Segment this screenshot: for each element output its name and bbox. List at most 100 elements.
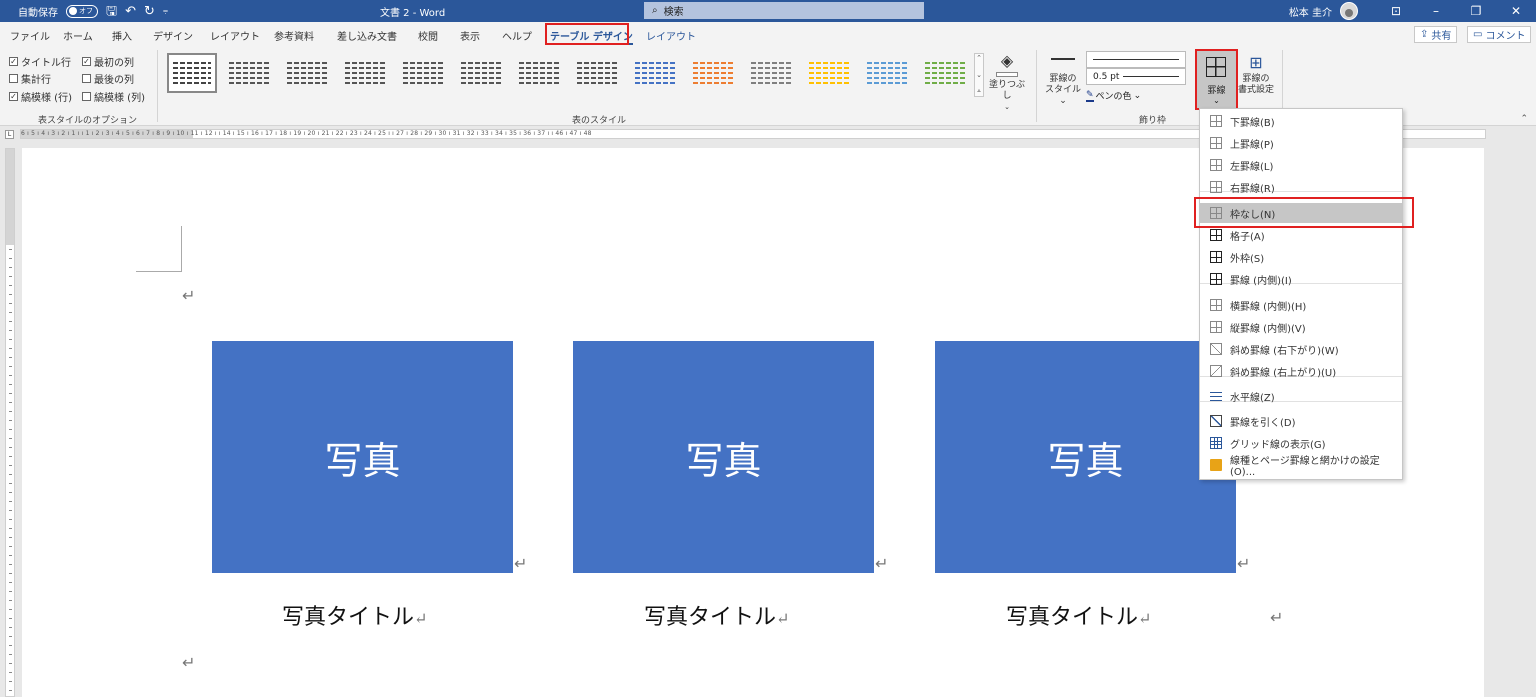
table-style-thumbnail[interactable] <box>573 53 623 93</box>
photo-caption-3[interactable]: 写真タイトル↵ <box>1006 599 1151 631</box>
menu-item-inside-borders[interactable]: 罫線 (内側)(I) <box>1200 269 1402 289</box>
search-box[interactable]: ⌕ 検索 <box>644 2 924 19</box>
table-style-thumbnail[interactable] <box>341 53 391 93</box>
style-options-group-label: 表スタイルのオプション <box>38 116 138 126</box>
chevron-down-icon: ⌄ <box>976 70 982 79</box>
menu-item-all-borders[interactable]: 格子(A) <box>1200 225 1402 245</box>
vertical-ruler <box>5 148 15 697</box>
option-banded-rows[interactable]: ✓ 縞模様 (行) <box>9 89 72 104</box>
diagonal-down-border-icon <box>1210 343 1222 355</box>
menu-item-view-gridlines[interactable]: グリッド線の表示(G) <box>1200 433 1402 453</box>
tab-insert[interactable]: 挿入 <box>112 28 132 43</box>
table-style-thumbnail[interactable] <box>863 53 913 93</box>
menu-item-draw-table[interactable]: 罫線を引く(D) <box>1200 411 1402 431</box>
menu-item-left-border[interactable]: 左罫線(L) <box>1200 155 1402 175</box>
borders-and-shading-icon <box>1210 459 1222 471</box>
autosave-state: オフ <box>79 7 93 15</box>
ribbon-tabs: ファイル ホーム 挿入 デザイン レイアウト 参考資料 差し込み文書 校閲 表示… <box>0 22 1536 46</box>
menu-item-inside-vertical-border[interactable]: 縦罫線 (内側)(V) <box>1200 317 1402 337</box>
menu-item-diagonal-up-border[interactable]: 斜め罫線 (右上がり)(U) <box>1200 361 1402 381</box>
border-styles-button[interactable]: 罫線の スタイル ⌄ <box>1044 52 1082 107</box>
table-style-thumbnail[interactable] <box>631 53 681 93</box>
menu-item-bottom-border[interactable]: 下罫線(B) <box>1200 111 1402 131</box>
photo-placeholder-1[interactable]: 写真 <box>212 341 513 573</box>
table-styles-gallery <box>164 53 972 97</box>
customize-qat-icon[interactable]: ⩦ <box>163 6 168 16</box>
redo-icon[interactable]: ↻ <box>144 5 155 18</box>
borders-button[interactable]: 罫線 ⌄ <box>1195 49 1238 110</box>
menu-item-right-border[interactable]: 右罫線(R) <box>1200 177 1402 197</box>
option-last-col[interactable]: 最後の列 <box>82 71 134 86</box>
autosave-toggle[interactable]: オフ <box>66 4 98 18</box>
pen-style-select[interactable] <box>1086 51 1186 68</box>
table-style-thumbnail[interactable] <box>805 53 855 93</box>
view-gridlines-icon <box>1210 437 1222 449</box>
table-style-thumbnail[interactable] <box>399 53 449 93</box>
comment-button[interactable]: ▭ コメント <box>1467 26 1532 43</box>
tab-review[interactable]: 校閲 <box>418 28 438 43</box>
search-placeholder: 検索 <box>663 7 684 18</box>
outside-borders-icon <box>1210 251 1222 263</box>
menu-item-diagonal-down-border[interactable]: 斜め罫線 (右下がり)(W) <box>1200 339 1402 359</box>
paragraph-mark: ↵ <box>1237 554 1251 573</box>
pen-color-button[interactable]: ✎ ペンの色 ⌄ <box>1086 89 1141 102</box>
menu-item-borders-and-shading[interactable]: 線種とページ罫線と網かけの設定(O)... <box>1200 455 1402 478</box>
close-icon[interactable]: ✕ <box>1496 4 1536 18</box>
option-first-col[interactable]: ✓ 最初の列 <box>82 54 134 69</box>
border-painter-button[interactable]: ⊞ 罫線の 書式設定 <box>1236 52 1276 96</box>
more-icon: ⩡ <box>977 87 981 95</box>
comment-icon: ▭ <box>1473 29 1483 40</box>
tab-references[interactable]: 参考資料 <box>274 28 314 43</box>
menu-item-outside-borders[interactable]: 外枠(S) <box>1200 247 1402 267</box>
share-button[interactable]: ⇪ 共有 <box>1414 26 1458 43</box>
table-style-thumbnail[interactable] <box>457 53 507 93</box>
tab-home[interactable]: ホーム <box>63 28 93 43</box>
borders-group-label: 飾り枠 <box>1139 116 1167 126</box>
photo-caption-2[interactable]: 写真タイトル↵ <box>644 599 789 631</box>
photo-placeholder-2[interactable]: 写真 <box>573 341 874 573</box>
option-title-row[interactable]: ✓ タイトル行 <box>9 54 71 69</box>
menu-item-inside-horizontal-border[interactable]: 横罫線 (内側)(H) <box>1200 295 1402 315</box>
menu-item-horizontal-line[interactable]: 水平線(Z) <box>1200 386 1402 406</box>
tab-mailings[interactable]: 差し込み文書 <box>337 28 397 43</box>
paragraph-mark: ↵ <box>1270 608 1284 627</box>
tab-view[interactable]: 表示 <box>460 28 480 43</box>
pen-weight-select[interactable]: 0.5 pt <box>1086 68 1186 85</box>
tab-layout[interactable]: レイアウト <box>210 28 260 43</box>
tab-help[interactable]: ヘルプ <box>502 28 532 43</box>
gallery-scroll[interactable]: ⌃ ⌄ ⩡ <box>974 53 984 97</box>
chevron-up-icon: ⌃ <box>976 54 982 62</box>
shading-button[interactable]: ◈ 塗りつぶし ⌄ <box>987 50 1027 113</box>
restore-icon[interactable]: ❐ <box>1456 4 1496 18</box>
table-style-thumbnail[interactable] <box>921 53 971 93</box>
draw-table-icon <box>1210 415 1222 427</box>
collapse-ribbon-icon[interactable]: ⌃ <box>1520 114 1528 124</box>
menu-item-top-border[interactable]: 上罫線(P) <box>1200 133 1402 153</box>
tab-design[interactable]: デザイン <box>153 28 193 43</box>
margin-corner-mark <box>136 226 182 272</box>
tab-table-layout[interactable]: レイアウト <box>646 28 696 43</box>
photo-caption-1[interactable]: 写真タイトル↵ <box>282 599 427 631</box>
ribbon-display-icon[interactable]: ⊡ <box>1376 4 1416 18</box>
table-style-thumbnail[interactable] <box>747 53 797 93</box>
title-bar: 自動保存 オフ 🖫 ↶ ↻ ⩦ 文書 2 - Word ⌕ 検索 松本 圭介 ⊡… <box>0 0 1536 22</box>
tab-file[interactable]: ファイル <box>10 28 50 43</box>
table-style-thumbnail[interactable] <box>515 53 565 93</box>
document-title: 文書 2 - Word <box>380 8 446 19</box>
table-style-thumbnail[interactable] <box>225 53 275 93</box>
tab-selector[interactable]: L <box>5 130 14 139</box>
option-total-row[interactable]: 集計行 <box>9 71 51 86</box>
borders-icon <box>1206 57 1226 77</box>
table-style-thumbnail[interactable] <box>689 53 739 93</box>
avatar[interactable] <box>1340 2 1358 20</box>
share-icon: ⇪ <box>1420 29 1429 40</box>
save-icon[interactable]: 🖫 <box>106 5 117 18</box>
top-border-icon <box>1210 137 1222 149</box>
minimize-icon[interactable]: – <box>1416 4 1456 18</box>
photo-placeholder-3[interactable]: 写真 <box>935 341 1236 573</box>
undo-icon[interactable]: ↶ <box>125 5 136 18</box>
pen-icon: ✎ <box>1086 89 1094 102</box>
option-banded-cols[interactable]: 縞模様 (列) <box>82 89 145 104</box>
table-style-thumbnail[interactable] <box>167 53 217 93</box>
table-style-thumbnail[interactable] <box>283 53 333 93</box>
